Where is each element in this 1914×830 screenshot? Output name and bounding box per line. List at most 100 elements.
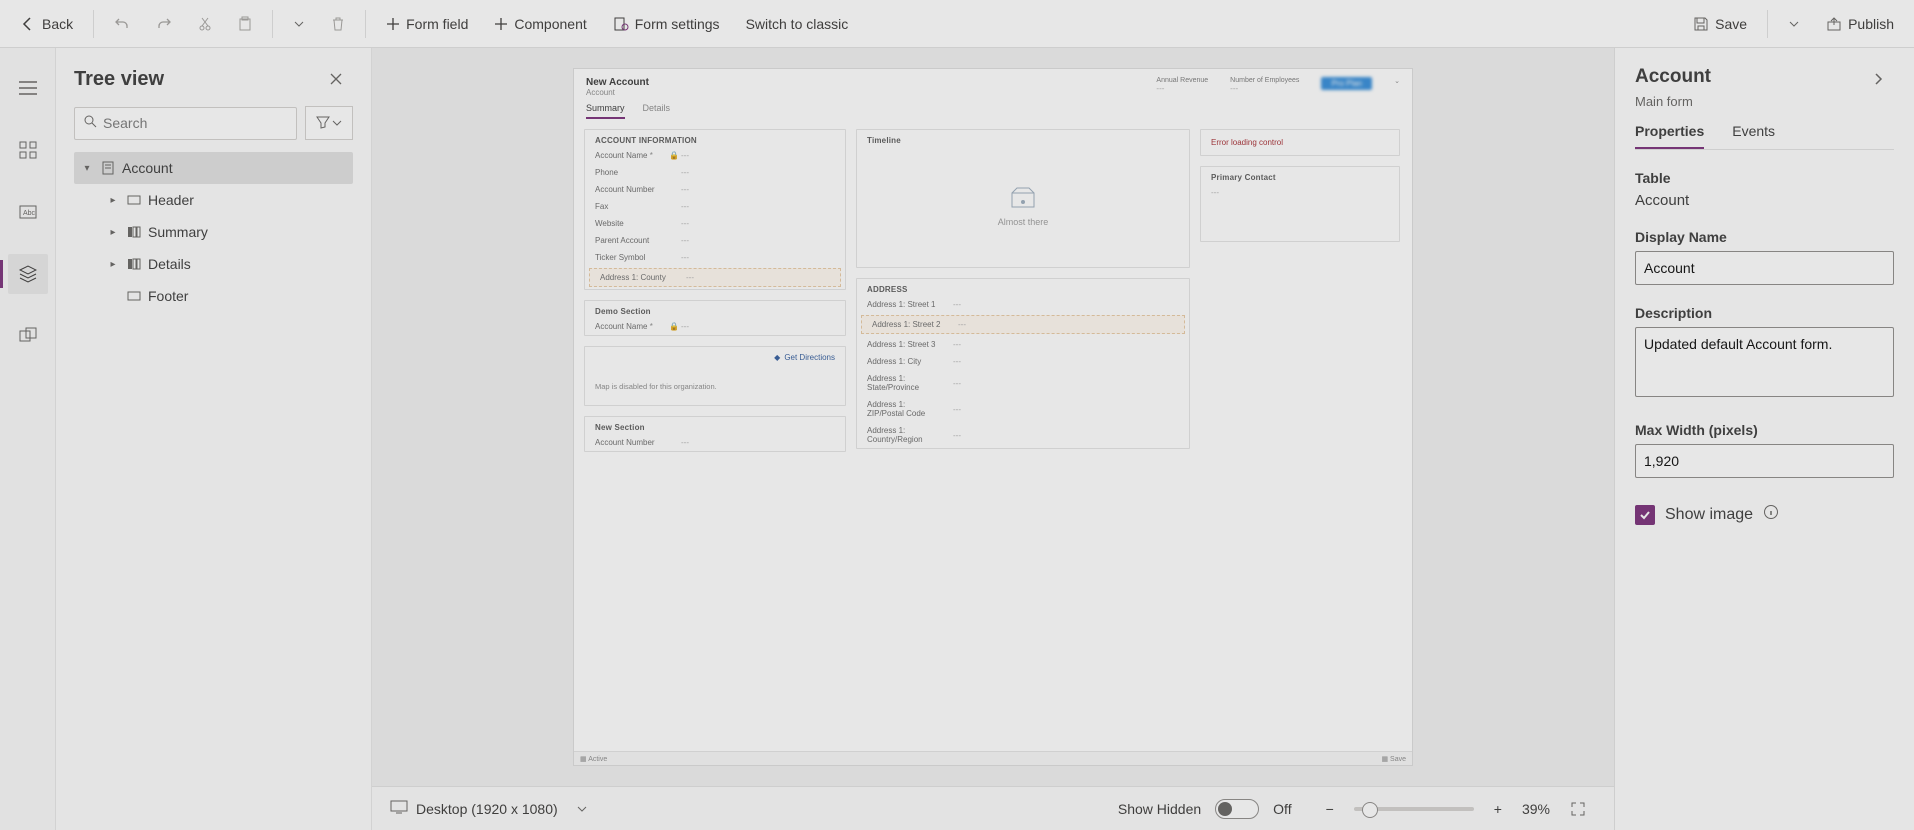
delete-button[interactable]: [321, 10, 355, 38]
undo-button[interactable]: [104, 10, 140, 38]
info-icon[interactable]: [1763, 504, 1779, 525]
field-label: Address 1: Street 3: [867, 340, 941, 349]
section-title: New Section: [585, 417, 845, 434]
component-button[interactable]: Component: [484, 10, 596, 38]
publish-label: Publish: [1848, 16, 1894, 32]
chevron-down-icon: [293, 18, 305, 30]
viewport-dropdown[interactable]: [566, 797, 598, 821]
section-primary-contact[interactable]: Primary Contact ---: [1200, 166, 1400, 242]
properties-collapse-button[interactable]: [1862, 66, 1894, 92]
zoom-slider[interactable]: [1354, 807, 1474, 811]
save-icon: [1693, 16, 1709, 32]
form-surface[interactable]: New Account Account Annual Revenue--- Nu…: [573, 68, 1413, 766]
tree-item-header[interactable]: ▸ Header: [100, 184, 353, 216]
chevron-right-icon: ▸: [106, 227, 120, 238]
save-dropdown[interactable]: [1778, 12, 1810, 36]
chevron-right-icon: ▸: [106, 259, 120, 270]
table-label: Table: [1635, 170, 1894, 186]
component-label: Component: [514, 16, 586, 32]
show-image-label: Show image: [1665, 506, 1753, 524]
form-tab-details[interactable]: Details: [643, 103, 671, 119]
tree-item-label: Header: [148, 192, 194, 208]
search-icon: [83, 114, 97, 133]
error-link[interactable]: Error loading control: [1201, 130, 1399, 155]
rail-libraries[interactable]: [8, 316, 48, 356]
field-value: ---: [681, 236, 689, 245]
field-value: ---: [953, 340, 961, 349]
rail-fields[interactable]: Abc: [8, 192, 48, 232]
chevron-down-icon: [1788, 18, 1800, 30]
publish-icon: [1826, 16, 1842, 32]
form-field-label: Form field: [406, 16, 468, 32]
form-field-button[interactable]: Form field: [376, 10, 478, 38]
publish-button[interactable]: Publish: [1816, 10, 1904, 38]
tree-item-summary[interactable]: ▸ Summary: [100, 216, 353, 248]
field-value: ---: [953, 379, 961, 388]
table-value: Account: [1635, 192, 1894, 209]
field-label: Address 1: Street 1: [867, 300, 941, 309]
section-address[interactable]: ADDRESS Address 1: Street 1 --- Address 1…: [856, 278, 1190, 449]
field-value: ---: [953, 431, 961, 440]
section-map[interactable]: ◆Get Directions Map is disabled for this…: [584, 346, 846, 406]
max-width-label: Max Width (pixels): [1635, 422, 1894, 438]
cut-icon: [198, 16, 212, 32]
display-name-label: Display Name: [1635, 229, 1894, 245]
chevron-right-icon: [1872, 72, 1884, 86]
show-hidden-label: Show Hidden: [1118, 801, 1201, 817]
tree-item-footer[interactable]: Footer: [100, 280, 353, 312]
section-timeline[interactable]: Timeline Almost there: [856, 129, 1190, 268]
show-hidden-toggle[interactable]: [1215, 799, 1259, 819]
get-directions-link[interactable]: Get Directions: [784, 353, 835, 362]
description-input[interactable]: [1635, 327, 1894, 397]
tree-item-account[interactable]: ▾ Account: [74, 152, 353, 184]
paste-button[interactable]: [228, 10, 262, 38]
display-name-input[interactable]: [1635, 251, 1894, 285]
tree-close-button[interactable]: [319, 66, 353, 92]
redo-button[interactable]: [146, 10, 182, 38]
tree-item-details[interactable]: ▸ Details: [100, 248, 353, 280]
section-account-information[interactable]: ACCOUNT INFORMATION Account Name🔒--- Pho…: [584, 129, 846, 290]
rail-hamburger[interactable]: [8, 68, 48, 108]
divider: [272, 10, 273, 38]
field-value: ---: [953, 405, 961, 414]
form-settings-button[interactable]: Form settings: [603, 10, 730, 38]
viewport-label: Desktop (1920 x 1080): [416, 801, 558, 817]
section-error[interactable]: Error loading control: [1200, 129, 1400, 156]
rail-components[interactable]: [8, 130, 48, 170]
save-button[interactable]: Save: [1683, 10, 1757, 38]
section-demo[interactable]: Demo Section Account Name🔒---: [584, 300, 846, 336]
max-width-input[interactable]: [1635, 444, 1894, 478]
form-tab-summary[interactable]: Summary: [586, 103, 625, 119]
back-button[interactable]: Back: [10, 10, 83, 38]
field-value: ---: [681, 151, 689, 160]
form-settings-label: Form settings: [635, 16, 720, 32]
zoom-in-button[interactable]: +: [1484, 795, 1512, 823]
timeline-icon: [1010, 187, 1036, 211]
section-title: Primary Contact: [1201, 167, 1399, 184]
rail-tree-view[interactable]: [8, 254, 48, 294]
show-image-checkbox[interactable]: [1635, 505, 1655, 525]
filter-button[interactable]: [305, 106, 353, 140]
header-tag: Pro Plan: [1321, 77, 1372, 90]
form-title: New Account: [586, 77, 649, 88]
section-title: ADDRESS: [857, 279, 1189, 296]
switch-classic-button[interactable]: Switch to classic: [736, 10, 859, 38]
tab-icon: [126, 226, 142, 238]
tree-item-label: Summary: [148, 224, 208, 240]
cut-button[interactable]: [188, 10, 222, 38]
tab-events[interactable]: Events: [1732, 123, 1775, 149]
field-label: Address 1: City: [867, 357, 941, 366]
zoom-out-button[interactable]: −: [1316, 795, 1344, 823]
tab-properties[interactable]: Properties: [1635, 123, 1704, 149]
field-label: Address 1: State/Province: [867, 374, 941, 392]
field-label: Account Number: [595, 185, 669, 194]
section-new[interactable]: New Section Account Number---: [584, 416, 846, 452]
search-box[interactable]: [74, 107, 297, 140]
paste-dropdown[interactable]: [283, 12, 315, 36]
filter-icon: [316, 115, 330, 132]
search-input[interactable]: [103, 115, 288, 131]
field-label: Parent Account: [595, 236, 669, 245]
svg-text:Abc: Abc: [23, 210, 36, 217]
fit-to-screen-button[interactable]: [1560, 795, 1596, 823]
monitor-icon: [390, 800, 408, 817]
